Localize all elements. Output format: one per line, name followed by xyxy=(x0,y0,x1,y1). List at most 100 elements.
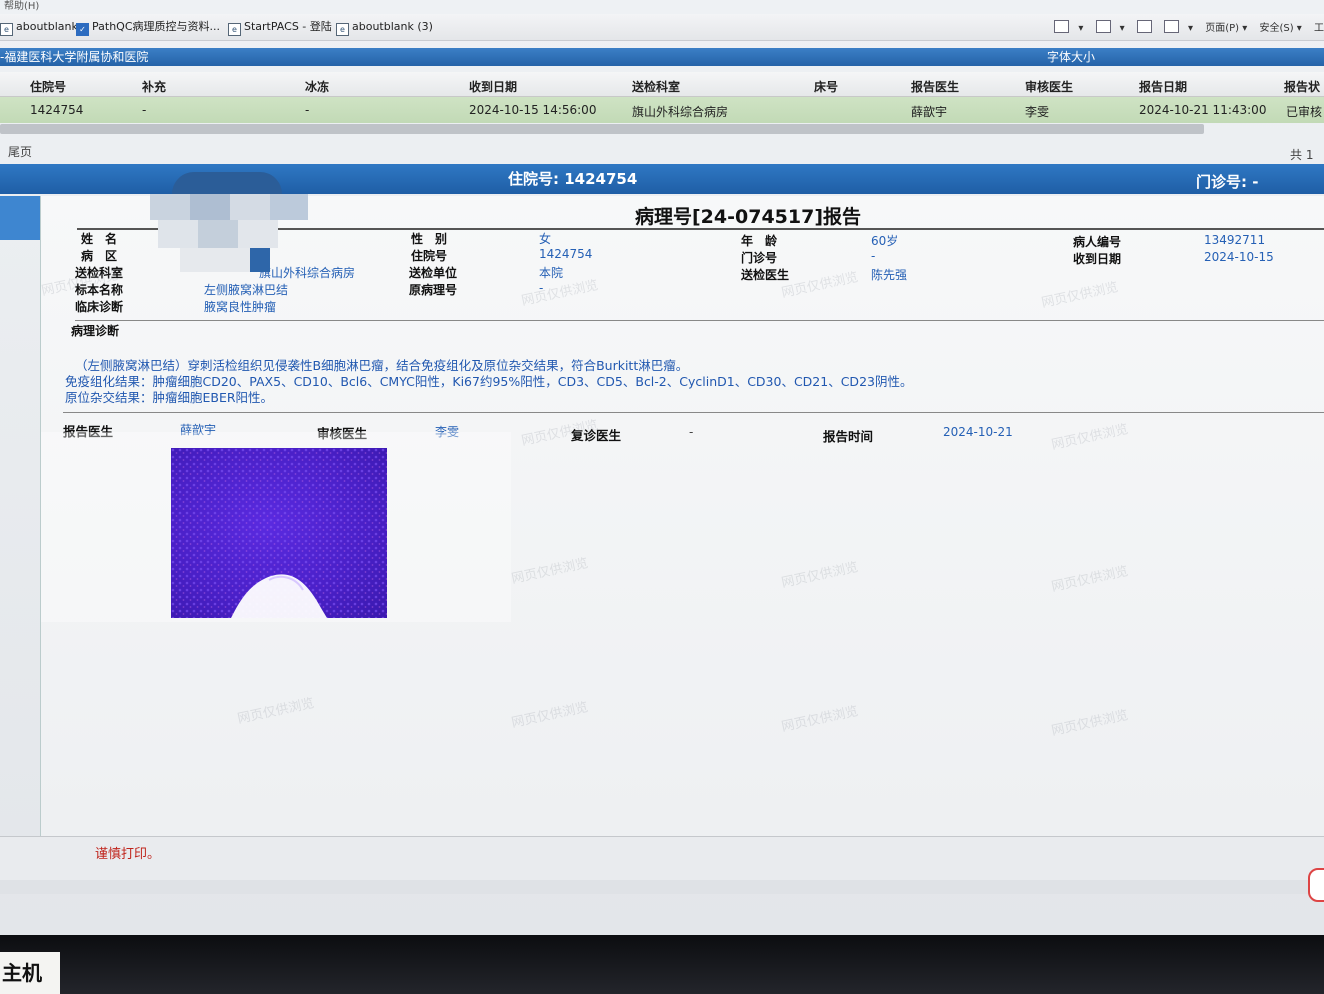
col-report-date[interactable]: 报告日期 xyxy=(1139,78,1187,95)
cell-frozen: - xyxy=(305,103,310,117)
diagnosis-divider xyxy=(63,412,1324,413)
footer: 谨慎打印。 xyxy=(0,836,1324,881)
cell-report-date: 2024-10-21 11:43:00 xyxy=(1139,103,1267,117)
print-icon[interactable] xyxy=(1164,20,1180,33)
cell-dept: 旗山外科综合病房 xyxy=(632,105,729,119)
font-size-button[interactable]: 字体大小 xyxy=(1047,48,1095,66)
monitor-bezel xyxy=(0,935,1324,994)
recheck-doctor-value: - xyxy=(689,425,694,439)
watermark: 网页仅供浏览 xyxy=(1040,280,1120,311)
col-received[interactable]: 收到日期 xyxy=(469,78,517,95)
received-value: 2024-10-15 xyxy=(1204,250,1274,264)
watermark: 网页仅供浏览 xyxy=(510,556,590,587)
table-row[interactable]: 1424754 - - 2024-10-15 14:56:00 旗山外科综合病房… xyxy=(0,97,1324,123)
age-value: 60岁 xyxy=(871,234,899,248)
inpatient-no-value: 1424754 xyxy=(539,247,593,261)
watermark: 网页仅供浏览 xyxy=(780,270,860,301)
menu-help[interactable]: 帮助(H) xyxy=(4,1,39,12)
watermark: 网页仅供浏览 xyxy=(1050,708,1130,739)
doctor-label: 送检医生 xyxy=(741,268,790,282)
horizontal-scrollbar[interactable] xyxy=(0,124,1204,134)
unit-value: 本院 xyxy=(539,266,564,280)
orig-path-value: - xyxy=(539,281,544,295)
cell-review-doctor: 李雯 xyxy=(1025,105,1050,119)
ward-label: 病 区 xyxy=(81,249,118,263)
specimen-value: 左侧腋窝淋巴结 xyxy=(204,283,289,297)
left-panel xyxy=(20,240,41,830)
col-review-doctor[interactable]: 审核医生 xyxy=(1025,78,1073,95)
cell-inpatient: 1424754 xyxy=(30,103,84,117)
safety-menu[interactable]: 安全(S) ▾ xyxy=(1259,23,1301,34)
favorite-aboutblank[interactable]: e aboutblank xyxy=(0,19,78,36)
outpatient-no-value: - xyxy=(871,249,876,263)
col-status[interactable]: 报告状 xyxy=(1284,78,1320,95)
bezel-sticker: 主机 xyxy=(0,952,60,994)
age-label: 年 龄 xyxy=(741,234,778,248)
inpatient-no-label: 住院号 xyxy=(411,249,448,263)
diagnosis-line-3: 原位杂交结果：肿瘤细胞EBER阳性。 xyxy=(65,390,274,405)
tools-menu[interactable]: 工 xyxy=(1314,23,1324,34)
mail-icon[interactable] xyxy=(1136,20,1152,33)
page-icon: e xyxy=(0,23,13,36)
report-time-label: 报告时间 xyxy=(823,429,874,444)
hospital-name: -福建医科大学附属协和医院 xyxy=(0,50,149,64)
menu-bar: 帮助(H) xyxy=(0,0,1324,14)
sex-label: 性 别 xyxy=(411,232,448,246)
watermark: 网页仅供浏览 xyxy=(1050,564,1130,595)
report-title: 病理号[24-074517]报告 xyxy=(635,206,862,228)
home-icon[interactable] xyxy=(1054,20,1070,33)
cell-supplement: - xyxy=(142,103,147,117)
received-label: 收到日期 xyxy=(1073,252,1122,266)
redacted-patient-info xyxy=(150,172,308,272)
patient-id-value: 13492711 xyxy=(1204,233,1266,247)
col-inpatient[interactable]: 住院号 xyxy=(30,78,66,95)
page-icon: e xyxy=(228,23,241,36)
outpatient-number: 门诊号: - xyxy=(1196,173,1259,191)
checkmark-icon: ✓ xyxy=(76,23,89,36)
browser-screen: 帮助(H) e aboutblank ✓ PathQC病理质控与资料... e Sta… xyxy=(0,0,1324,935)
status-bar xyxy=(0,880,1324,894)
clinical-value: 腋窝良性肿瘤 xyxy=(204,300,277,314)
col-frozen[interactable]: 冰冻 xyxy=(305,78,329,95)
diagnosis-label: 病理诊断 xyxy=(71,324,120,338)
hospital-header: -福建医科大学附属协和医院 字体大小 xyxy=(0,48,1324,66)
inpatient-number: 住院号: 1424754 xyxy=(508,170,638,188)
favorite-aboutblank-3[interactable]: e aboutblank (3) xyxy=(336,19,433,36)
patient-id-label: 病人编号 xyxy=(1073,235,1122,249)
orig-path-label: 原病理号 xyxy=(409,283,458,297)
col-bed[interactable]: 床号 xyxy=(814,78,838,95)
favorite-pathqc[interactable]: ✓ PathQC病理质控与资料... xyxy=(76,19,220,36)
diagnosis-line-1: （左侧腋窝淋巴结）穿刺活检组织见侵袭性B细胞淋巴瘤，结合免疫组化及原位杂交结果，… xyxy=(75,358,689,373)
feeds-icon[interactable] xyxy=(1095,20,1111,33)
recheck-doctor-label: 复诊医生 xyxy=(571,428,622,443)
command-toolbar: ▾ ▾ ▾ 页面(P) ▾ 安全(S) ▾ 工 xyxy=(1045,19,1324,34)
watermark: 网页仅供浏览 xyxy=(520,278,600,309)
last-page-link[interactable]: 尾页 xyxy=(8,143,32,160)
outpatient-no-label: 门诊号 xyxy=(741,251,778,265)
col-dept[interactable]: 送检科室 xyxy=(632,78,680,95)
clinical-label: 临床诊断 xyxy=(75,300,124,314)
list-header: 住院号 补充 冰冻 收到日期 送检科室 床号 报告医生 审核医生 报告日期 报告… xyxy=(0,72,1324,97)
page-menu[interactable]: 页面(P) ▾ xyxy=(1205,23,1247,34)
histology-image[interactable] xyxy=(171,448,387,618)
unit-label: 送检单位 xyxy=(409,266,458,280)
cell-status: 已审核 xyxy=(1286,105,1323,119)
col-report-doctor[interactable]: 报告医生 xyxy=(911,78,959,95)
watermark: 网页仅供浏览 xyxy=(236,696,316,727)
watermark: 网页仅供浏览 xyxy=(780,704,860,735)
favorite-startpacs[interactable]: e StartPACS - 登陆 xyxy=(228,19,332,36)
print-warning: 谨慎打印。 xyxy=(95,847,161,862)
diagnosis-text: （左侧腋窝淋巴结）穿刺活检组织见侵袭性B细胞淋巴瘤，结合免疫组化及原位杂交结果，… xyxy=(65,358,912,406)
cell-report-doctor: 薛歆宇 xyxy=(911,105,948,119)
specimen-label: 标本名称 xyxy=(75,283,124,297)
histology-micrograph xyxy=(171,448,387,618)
favorites-bar: e aboutblank ✓ PathQC病理质控与资料... e StartPACS… xyxy=(0,14,1324,41)
col-supplement[interactable]: 补充 xyxy=(142,78,166,95)
fields-divider xyxy=(75,320,1324,321)
side-widget-icon[interactable] xyxy=(1308,868,1324,902)
watermark: 网页仅供浏览 xyxy=(510,700,590,731)
doctor-value: 陈先强 xyxy=(871,268,908,282)
name-label: 姓 名 xyxy=(81,232,118,246)
pathology-report: 病理号[24-074517]报告 姓 名 病 区 送检科室 旗山外科综合病房 标… xyxy=(40,196,1324,836)
diagnosis-line-2: 免疫组化结果：肿瘤细胞CD20、PAX5、CD10、Bcl6、CMYC阳性，Ki… xyxy=(65,374,913,389)
